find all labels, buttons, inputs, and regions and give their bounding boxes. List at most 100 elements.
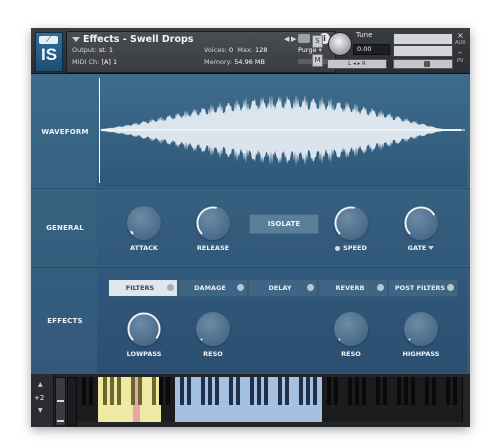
waveform-display[interactable] bbox=[97, 74, 467, 187]
black-key[interactable] bbox=[299, 377, 303, 405]
black-key[interactable] bbox=[278, 377, 282, 405]
tab-filters[interactable]: FILTERS bbox=[108, 279, 178, 297]
black-key[interactable] bbox=[229, 377, 233, 405]
black-key[interactable] bbox=[138, 377, 142, 405]
tab-reverb-dot[interactable] bbox=[377, 284, 384, 291]
mute-button[interactable]: M bbox=[312, 54, 323, 67]
tune-value[interactable]: 0.00 bbox=[353, 44, 390, 55]
speed-sync-dot[interactable] bbox=[335, 245, 341, 251]
wrench-icon[interactable]: ⟋ bbox=[39, 36, 58, 44]
volume-fader[interactable] bbox=[393, 59, 453, 69]
black-key[interactable] bbox=[159, 377, 163, 405]
black-key[interactable] bbox=[411, 377, 415, 405]
speed-knob[interactable] bbox=[334, 206, 368, 240]
arrow-up-icon[interactable]: ▲ bbox=[38, 381, 43, 388]
black-key[interactable] bbox=[355, 377, 359, 405]
max-value[interactable]: 128 bbox=[255, 46, 267, 54]
tab-filters-dot[interactable] bbox=[167, 284, 174, 291]
reso-knob-2[interactable] bbox=[334, 312, 368, 346]
highpass-knob[interactable] bbox=[404, 312, 438, 346]
output-field[interactable]: Output: st. 1 bbox=[72, 46, 113, 54]
attack-knob[interactable] bbox=[127, 206, 161, 240]
mod-wheel[interactable] bbox=[67, 377, 77, 426]
black-key[interactable] bbox=[376, 377, 380, 405]
gate-dropdown-icon[interactable] bbox=[428, 246, 435, 250]
midi-channel-field[interactable]: MIDI Ch: [A] 1 bbox=[72, 58, 117, 66]
black-key[interactable] bbox=[110, 377, 114, 405]
black-key[interactable] bbox=[131, 377, 135, 405]
arrow-down-icon[interactable]: ▼ bbox=[38, 407, 43, 414]
black-key[interactable] bbox=[397, 377, 401, 405]
general-section-label: GENERAL bbox=[46, 224, 84, 232]
black-key[interactable] bbox=[285, 377, 289, 405]
fader-handle[interactable] bbox=[424, 61, 430, 67]
instrument-logo[interactable]: ⟋ IS bbox=[35, 32, 63, 72]
black-key[interactable] bbox=[306, 377, 310, 405]
black-key[interactable] bbox=[250, 377, 254, 405]
black-key[interactable] bbox=[187, 377, 191, 405]
piano-keyboard[interactable] bbox=[77, 377, 468, 424]
black-key[interactable] bbox=[327, 377, 331, 405]
black-key[interactable] bbox=[362, 377, 366, 405]
close-icon[interactable]: × bbox=[457, 31, 464, 40]
reso-knob-1[interactable] bbox=[196, 312, 230, 346]
tab-reverb[interactable]: REVERB bbox=[318, 279, 388, 297]
reso-label-2: RESO bbox=[341, 350, 361, 358]
black-key[interactable] bbox=[453, 377, 457, 405]
black-key[interactable] bbox=[446, 377, 450, 405]
tab-delay-dot[interactable] bbox=[307, 284, 314, 291]
black-key[interactable] bbox=[103, 377, 107, 405]
minimize-icon[interactable]: – bbox=[458, 48, 462, 57]
black-key[interactable] bbox=[236, 377, 240, 405]
lowpass-knob[interactable] bbox=[127, 312, 161, 346]
highpass-knob-arc bbox=[408, 338, 411, 341]
black-key[interactable] bbox=[425, 377, 429, 405]
tab-damage[interactable]: DAMAGE bbox=[178, 279, 248, 297]
tab-post-filters[interactable]: POST FILTERS bbox=[388, 279, 458, 297]
voices-label: Voices: bbox=[204, 46, 227, 54]
next-instrument-icon[interactable]: ▶ bbox=[291, 35, 296, 43]
isolate-button[interactable]: ISOLATE bbox=[249, 214, 319, 234]
black-key[interactable] bbox=[89, 377, 93, 405]
collapse-triangle-icon[interactable] bbox=[72, 37, 80, 42]
black-key[interactable] bbox=[152, 377, 156, 405]
gate-knob-arc bbox=[404, 206, 436, 235]
prev-instrument-icon[interactable]: ◀ bbox=[284, 35, 289, 43]
instrument-title[interactable]: Effects - Swell Drops bbox=[83, 34, 193, 45]
black-key[interactable] bbox=[264, 377, 268, 405]
gate-knob[interactable] bbox=[404, 206, 438, 240]
attack-knob-arc bbox=[130, 230, 134, 235]
pan-label: L ◂ ▸ R bbox=[348, 61, 366, 67]
aux-label[interactable]: AUX bbox=[455, 40, 466, 46]
black-key[interactable] bbox=[348, 377, 352, 405]
pv-label[interactable]: PV bbox=[457, 58, 463, 64]
tab-post-filters-dot[interactable] bbox=[447, 284, 454, 291]
voices-field: Voices: 0 Max: 128 bbox=[204, 46, 267, 54]
black-key[interactable] bbox=[166, 377, 170, 405]
black-key[interactable] bbox=[208, 377, 212, 405]
black-key[interactable] bbox=[201, 377, 205, 405]
attack-label: ATTACK bbox=[130, 244, 158, 252]
black-key[interactable] bbox=[313, 377, 317, 405]
black-key[interactable] bbox=[82, 377, 86, 405]
tune-knob[interactable] bbox=[328, 32, 352, 56]
black-key[interactable] bbox=[180, 377, 184, 405]
black-key[interactable] bbox=[215, 377, 219, 405]
black-key[interactable] bbox=[117, 377, 121, 405]
memory-value: 54.96 MB bbox=[234, 58, 265, 66]
release-knob[interactable] bbox=[196, 206, 230, 240]
camera-icon[interactable] bbox=[298, 34, 310, 43]
pitch-wheel[interactable] bbox=[55, 377, 66, 426]
tab-delay[interactable]: DELAY bbox=[248, 279, 318, 297]
solo-button[interactable]: S bbox=[312, 35, 323, 48]
black-key[interactable] bbox=[383, 377, 387, 405]
tab-damage-dot[interactable] bbox=[237, 284, 244, 291]
black-key[interactable] bbox=[432, 377, 436, 405]
black-key[interactable] bbox=[334, 377, 338, 405]
pan-slider[interactable]: L ◂ ▸ R bbox=[327, 59, 387, 69]
midi-value: [A] 1 bbox=[101, 58, 118, 66]
black-key[interactable] bbox=[257, 377, 261, 405]
output-value: st. 1 bbox=[98, 46, 114, 54]
black-key[interactable] bbox=[404, 377, 408, 405]
speed-label-text: SPEED bbox=[343, 244, 367, 252]
